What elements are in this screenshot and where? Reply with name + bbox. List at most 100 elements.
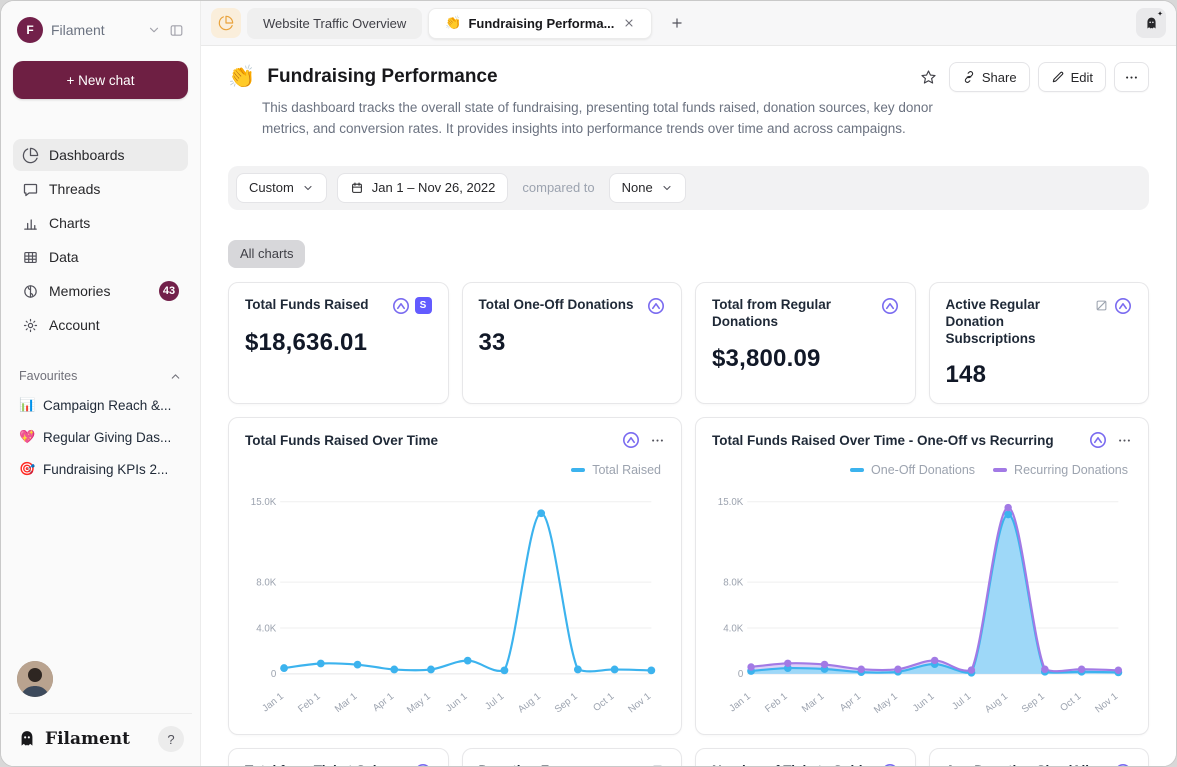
memories-count-badge: 43 — [159, 281, 179, 301]
kpi-title: Total from Ticket Sales — [245, 763, 408, 766]
new-chat-button[interactable]: + New chat — [13, 61, 188, 99]
calendar-icon — [350, 181, 364, 195]
favourite-emoji: 🎯 — [19, 461, 36, 477]
share-label: Share — [982, 70, 1017, 85]
chart-card-total-funds-over-time[interactable]: Total Funds Raised Over Time Total Raise… — [228, 417, 682, 735]
dashboard-content: 👏 Fundraising Performance Share — [201, 46, 1176, 766]
sidebar-item-label: Charts — [49, 215, 90, 231]
kpi-card-total-one-off-donations[interactable]: Total One-Off Donations 33 — [462, 282, 683, 405]
tab-website-traffic-overview[interactable]: Website Traffic Overview — [247, 8, 422, 39]
kpi-card-avg-donation-size[interactable]: Avg Donation Size (All — [929, 748, 1150, 766]
kpi-card-tickets-sold[interactable]: Number of Tickets Sold — [695, 748, 916, 766]
edit-button[interactable]: Edit — [1038, 62, 1106, 92]
legend-swatch — [571, 468, 585, 472]
help-button[interactable]: ? — [158, 726, 184, 752]
table-icon — [22, 249, 39, 266]
svg-text:Nov 1: Nov 1 — [626, 691, 653, 715]
sidebar-item-account[interactable]: Account — [13, 309, 188, 341]
chart-legend: Total Raised — [245, 463, 661, 477]
legend-item[interactable]: One-Off Donations — [850, 463, 975, 477]
kpi-title: Active Regular Donation Subscriptions — [946, 297, 1089, 348]
sidebar-item-memories[interactable]: Memories 43 — [13, 275, 188, 307]
chart-badge-icon — [392, 297, 410, 315]
favourites-header[interactable]: Favourites — [13, 369, 188, 383]
tab-label: Website Traffic Overview — [263, 16, 406, 31]
favourite-star-button[interactable] — [916, 65, 941, 90]
sidebar: F Filament + New chat Dashboards Thre — [1, 1, 201, 766]
chart-more-button[interactable] — [650, 433, 665, 448]
sidebar-item-data[interactable]: Data — [13, 241, 188, 273]
kpi-title: Total Funds Raised — [245, 297, 386, 314]
chevron-down-icon — [302, 182, 314, 194]
svg-text:0: 0 — [738, 670, 744, 681]
chart-more-button[interactable] — [1117, 433, 1132, 448]
tab-label: Fundraising Performa... — [468, 16, 614, 31]
user-avatar[interactable] — [17, 661, 53, 697]
svg-text:Nov 1: Nov 1 — [1093, 691, 1120, 715]
chat-bubble-icon — [22, 181, 39, 198]
sidebar-toggle-icon[interactable] — [169, 23, 184, 38]
compare-dropdown[interactable]: None — [609, 173, 686, 203]
chart-title: Total Funds Raised Over Time — [245, 433, 612, 448]
chart-card-one-off-vs-recurring[interactable]: Total Funds Raised Over Time - One-Off v… — [695, 417, 1149, 735]
tab-emoji: 👏 — [445, 15, 461, 31]
kpi-card-total-funds-raised[interactable]: Total Funds Raised S $18,636.01 — [228, 282, 449, 405]
divider — [9, 713, 192, 714]
kpi-card-ticket-sales[interactable]: Total from Ticket Sales — [228, 748, 449, 766]
kpi-value: 148 — [946, 361, 1133, 389]
page-title: Fundraising Performance — [267, 62, 497, 92]
range-type-dropdown[interactable]: Custom — [236, 173, 327, 203]
chart-badge-icon — [414, 763, 432, 766]
sidebar-item-charts[interactable]: Charts — [13, 207, 188, 239]
more-options-button[interactable] — [1114, 62, 1149, 92]
main-area: Website Traffic Overview 👏 Fundraising P… — [201, 1, 1176, 766]
sidebar-item-dashboards[interactable]: Dashboards — [13, 139, 188, 171]
link-icon — [962, 70, 976, 84]
chart-badge-icon — [881, 763, 899, 766]
favourite-item[interactable]: 🎯 Fundraising KPIs 2... — [13, 455, 188, 483]
svg-text:May 1: May 1 — [872, 691, 900, 716]
chart-badge-icon — [1089, 431, 1107, 449]
favourite-item[interactable]: 📊 Campaign Reach &... — [13, 391, 188, 419]
tab-bar: Website Traffic Overview 👏 Fundraising P… — [201, 1, 1176, 46]
svg-text:Jan 1: Jan 1 — [727, 691, 753, 714]
svg-text:4.0K: 4.0K — [256, 624, 277, 635]
chevron-down-icon[interactable] — [147, 23, 161, 37]
svg-text:15.0K: 15.0K — [251, 498, 277, 509]
tab-fundraising-performance[interactable]: 👏 Fundraising Performa... — [428, 8, 652, 39]
legend-swatch — [850, 468, 864, 472]
legend-item[interactable]: Recurring Donations — [993, 463, 1128, 477]
svg-text:Oct 1: Oct 1 — [591, 691, 616, 714]
kpi-card-donation-form-conversion[interactable]: Donation Form Conversion — [462, 748, 683, 766]
chevron-up-icon[interactable] — [169, 370, 182, 383]
dashboards-home-button[interactable] — [211, 8, 241, 38]
legend-item[interactable]: Total Raised — [571, 463, 661, 477]
kpi-card-active-subscriptions[interactable]: Active Regular Donation Subscriptions 14… — [929, 282, 1150, 405]
all-charts-chip[interactable]: All charts — [228, 240, 305, 268]
close-icon[interactable] — [623, 17, 635, 29]
workspace-name: Filament — [51, 22, 139, 38]
gear-icon — [22, 317, 39, 334]
svg-text:Feb 1: Feb 1 — [296, 691, 322, 715]
favourite-emoji: 📊 — [19, 397, 36, 413]
favourite-label: Fundraising KPIs 2... — [43, 462, 168, 477]
brain-icon — [22, 283, 39, 300]
chart-badge-icon — [1114, 763, 1132, 766]
favourite-item[interactable]: 💖 Regular Giving Das... — [13, 423, 188, 451]
sidebar-item-threads[interactable]: Threads — [13, 173, 188, 205]
workspace-switcher[interactable]: F Filament — [13, 15, 188, 45]
date-range-button[interactable]: Jan 1 – Nov 26, 2022 — [337, 173, 509, 203]
svg-text:Apr 1: Apr 1 — [371, 691, 396, 714]
dashboard-header: 👏 Fundraising Performance Share — [228, 62, 1149, 92]
sidebar-nav: Dashboards Threads Charts Data — [13, 139, 188, 341]
svg-text:Jan 1: Jan 1 — [260, 691, 286, 714]
new-tab-button[interactable] — [664, 10, 690, 36]
kpi-card-total-regular-donations[interactable]: Total from Regular Donations $3,800.09 — [695, 282, 916, 405]
share-button[interactable]: Share — [949, 62, 1030, 92]
bottom-cards-row: Total from Ticket Sales Donation Form Co… — [228, 748, 1149, 766]
no-chart-icon — [1094, 298, 1109, 313]
compared-to-label: compared to — [518, 180, 598, 195]
svg-text:Mar 1: Mar 1 — [333, 691, 359, 715]
assistant-ghost-button[interactable]: ✦ — [1136, 8, 1166, 38]
chart-badge-icon — [881, 297, 899, 315]
